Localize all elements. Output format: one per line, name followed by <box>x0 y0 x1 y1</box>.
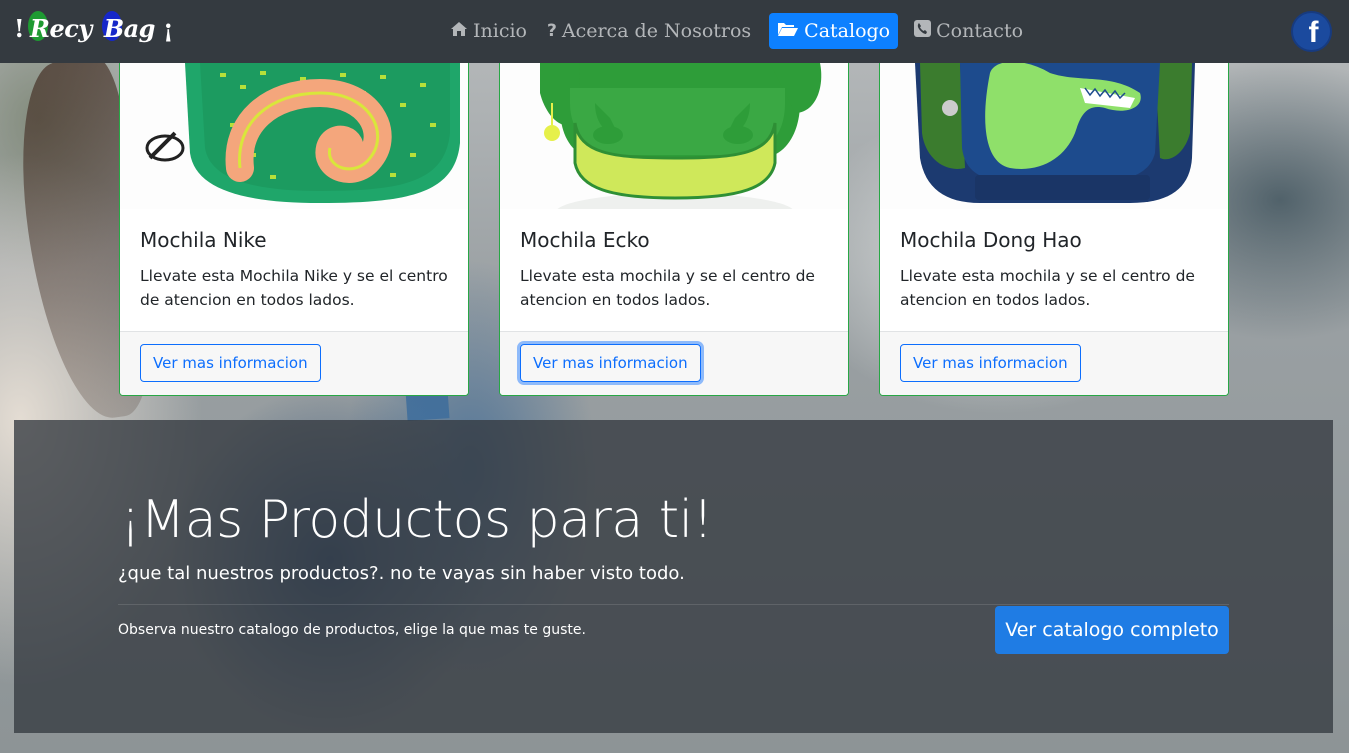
card-body: Mochila Ecko Llevate esta mochila y se e… <box>520 228 828 312</box>
jumbotron-more-products: ¡Mas Productos para ti! ¿que tal nuestro… <box>14 420 1333 733</box>
card-text: Llevate esta mochila y se el centro de a… <box>520 267 815 309</box>
brand-word1-text: Recy <box>30 14 92 43</box>
brand-logo[interactable]: ! Recy Bag ¡ <box>14 11 174 43</box>
nav-item-inicio[interactable]: Inicio <box>442 13 535 49</box>
nav-item-label: Contacto <box>936 20 1024 42</box>
facebook-letter: f <box>1308 16 1319 49</box>
card-body: Mochila Dong Hao Llevate esta mochila y … <box>900 228 1208 312</box>
card-title: Mochila Ecko <box>520 228 650 252</box>
jumbotron-lead: ¿que tal nuestros productos?. no te vaya… <box>118 563 685 584</box>
jumbotron-divider <box>118 604 1229 605</box>
card-text: Llevate esta mochila y se el centro de a… <box>900 267 1195 309</box>
product-card-nike: Mochila Nike Llevate esta Mochila Nike y… <box>119 63 469 396</box>
card-title: Mochila Nike <box>140 228 267 252</box>
brand-word-recy: Recy <box>28 11 94 43</box>
product-image-donghao <box>880 63 1228 209</box>
nav-item-label: Inicio <box>473 20 527 42</box>
nav-item-label: Catalogo <box>804 20 891 42</box>
card-text: Llevate esta Mochila Nike y se el centro… <box>140 267 448 309</box>
nav-links: Inicio ? Acerca de Nosotros Catalogo Con… <box>442 13 1035 49</box>
brand-mark-open: ! <box>14 14 25 43</box>
nav-item-contacto[interactable]: Contacto <box>906 13 1031 49</box>
nav-item-acerca[interactable]: ? Acerca de Nosotros <box>539 13 759 49</box>
brand-word2-text: Bag <box>103 14 156 43</box>
product-image-ecko <box>500 63 848 209</box>
card-title: Mochila Dong Hao <box>900 228 1082 252</box>
card-footer: Ver mas informacion <box>500 331 848 395</box>
jumbotron-text: Observa nuestro catalogo de productos, e… <box>118 622 586 638</box>
full-catalog-button[interactable]: Ver catalogo completo <box>995 606 1229 654</box>
question-icon: ? <box>546 21 557 41</box>
jumbotron-title: ¡Mas Productos para ti! <box>120 490 713 550</box>
card-body: Mochila Nike Llevate esta Mochila Nike y… <box>140 228 448 312</box>
product-card-ecko: Mochila Ecko Llevate esta mochila y se e… <box>499 63 849 396</box>
folder-open-icon <box>777 21 799 42</box>
product-image-nike <box>120 63 468 209</box>
nav-item-label: Acerca de Nosotros <box>561 20 752 42</box>
navbar: ! Recy Bag ¡ Inicio ? Acerca de Nosotros… <box>0 0 1349 63</box>
brand-word-bag: Bag <box>101 11 157 43</box>
phone-icon <box>914 20 932 42</box>
card-footer: Ver mas informacion <box>120 331 468 395</box>
facebook-icon[interactable]: f <box>1291 11 1332 52</box>
more-info-button-donghao[interactable]: Ver mas informacion <box>900 344 1081 382</box>
more-info-button-nike[interactable]: Ver mas informacion <box>140 344 321 382</box>
card-footer: Ver mas informacion <box>880 331 1228 395</box>
brand-mark-close: ¡ <box>162 14 174 43</box>
product-card-donghao: Mochila Dong Hao Llevate esta mochila y … <box>879 63 1229 396</box>
more-info-button-ecko[interactable]: Ver mas informacion <box>520 344 701 382</box>
nav-item-catalogo[interactable]: Catalogo <box>769 13 899 49</box>
home-icon <box>450 21 468 42</box>
